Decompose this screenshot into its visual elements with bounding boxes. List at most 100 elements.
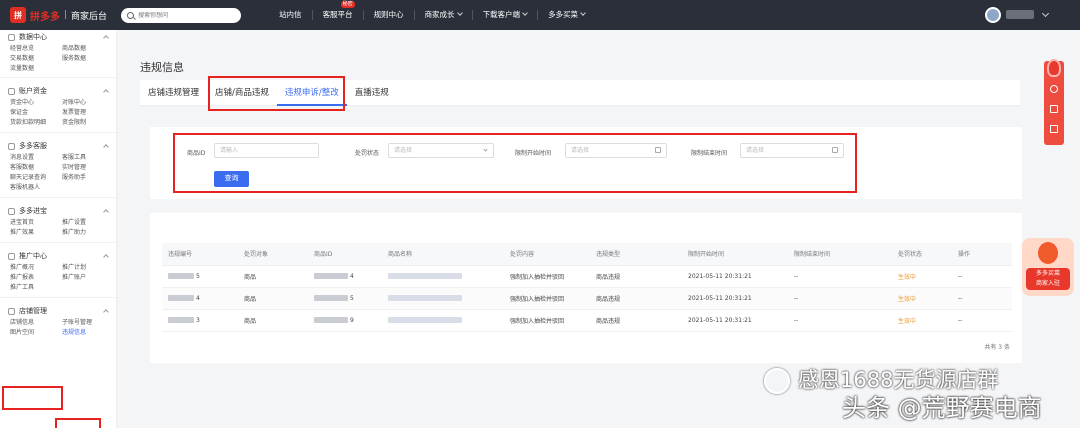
redacted-value <box>314 273 348 279</box>
nav-customer-service[interactable]: 客服平台 秘密 <box>313 1 364 20</box>
sidebar-item[interactable]: 图片空间 <box>10 328 62 338</box>
sidebar-item[interactable]: 消息设置 <box>10 153 62 163</box>
warning-icon[interactable] <box>1050 125 1058 133</box>
nav-download-client[interactable]: 下载客户端 <box>473 10 539 20</box>
sidebar-item[interactable]: 服务数据 <box>62 54 112 64</box>
tab-store-violation[interactable]: 店铺违规管理 <box>140 80 207 106</box>
violation-table-panel: 违规编号 处罚对象 商品ID 商品名称 处罚内容 违规类型 限制开始时间 限制结… <box>150 213 1022 363</box>
col-violation-type: 违规类型 <box>590 243 682 266</box>
sidebar-item[interactable]: 资金限制 <box>62 118 112 128</box>
settings-icon[interactable] <box>1050 85 1058 93</box>
sidebar-item[interactable]: 商品数据 <box>62 44 112 54</box>
sidebar-item[interactable]: 服务助手 <box>62 173 112 183</box>
sidebar-item[interactable]: 客服数据 <box>10 163 62 173</box>
promo-line-1: 多多买菜 <box>1035 270 1060 277</box>
redacted-value <box>314 295 348 301</box>
redacted-value <box>314 317 348 323</box>
product-id-tail: 5 <box>350 294 354 302</box>
cell-end-time: -- <box>788 287 892 310</box>
sidebar-item[interactable]: 推广设置 <box>62 218 112 228</box>
tab-live-violation[interactable]: 直播违规 <box>347 80 397 106</box>
sidebar-item[interactable]: 推广概况 <box>10 263 62 273</box>
sidebar-item[interactable]: 客服工具 <box>62 153 112 163</box>
promo-card[interactable]: 多多买菜 商家入驻 <box>1022 238 1074 296</box>
sidebar-group-head[interactable]: 账户资金 <box>8 84 109 98</box>
watermark-line-2: 头条 @荒野赛电商 <box>842 394 1042 422</box>
cell-violation-type: 商品违规 <box>590 265 682 288</box>
sidebar-item[interactable]: 推广效果 <box>10 228 62 238</box>
sidebar-group-head[interactable]: 店铺管理 <box>8 304 109 318</box>
cell-penalty-content: 强制加入抽检并驳回 <box>504 287 590 310</box>
sidebar-item[interactable]: 推广账户 <box>62 273 112 283</box>
promo-text: 多多买菜 商家入驻 <box>1026 268 1070 290</box>
sidebar-item[interactable]: 推广工具 <box>10 283 62 293</box>
cell-penalty-content: 强制加入抽检并驳回 <box>504 309 590 332</box>
col-product-name: 商品名称 <box>382 243 504 266</box>
sidebar-group-head[interactable]: 数据中心 <box>8 30 109 44</box>
sidebar-group-customer-service: 多多客服 消息设置 客服工具 客服数据 实时管理 聊天记录查询 服务助手 客服机… <box>0 133 116 198</box>
sidebar-group-head[interactable]: 多多进宝 <box>8 204 109 218</box>
nav-duoduo-maicai[interactable]: 多多买菜 <box>538 10 595 20</box>
sidebar-item[interactable]: 资金中心 <box>10 98 62 108</box>
sidebar-group-data-center: 数据中心 经营总览 商品数据 交易数据 服务数据 流量数据 <box>0 30 116 78</box>
sidebar-item[interactable]: 推广助力 <box>62 228 112 238</box>
chevron-up-icon <box>103 35 109 41</box>
sidebar-item[interactable]: 实时管理 <box>62 163 112 173</box>
nav-customer-service-label: 客服平台 <box>322 10 353 19</box>
sidebar-item[interactable]: 推广报表 <box>10 273 62 283</box>
cell-end-time: -- <box>788 265 892 288</box>
nav-merchant-growth[interactable]: 商家成长 <box>415 10 473 20</box>
cell-violation-type: 商品违规 <box>590 287 682 310</box>
wechat-icon <box>764 368 790 394</box>
nav-messages[interactable]: 站内信 <box>269 10 313 20</box>
logo-separator: | <box>64 10 68 20</box>
sidebar-item[interactable]: 对账中心 <box>62 98 112 108</box>
sidebar-group-store-management: 店铺管理 店铺信息 子账号管理 图片空间 违规信息 <box>0 298 116 338</box>
username-blurred[interactable] <box>1006 10 1034 19</box>
cell-product-name <box>382 265 504 288</box>
logo[interactable]: 拼 拼多多 | 商家后台 <box>10 7 107 23</box>
promo-line-2: 商家入驻 <box>1035 280 1060 287</box>
cell-product-name <box>382 309 504 332</box>
sidebar-item[interactable]: 经营总览 <box>10 44 62 54</box>
search-input[interactable] <box>138 11 234 19</box>
sidebar-item[interactable]: 发票管理 <box>62 108 112 118</box>
chevron-down-icon <box>522 10 528 16</box>
col-violation-id: 违规编号 <box>162 243 238 266</box>
logo-icon: 拼 <box>10 7 26 23</box>
sidebar-item[interactable]: 子账号管理 <box>62 318 112 328</box>
sidebar: 数据中心 经营总览 商品数据 交易数据 服务数据 流量数据 账户资金 资金中心 … <box>0 30 117 428</box>
avatar[interactable] <box>985 7 1001 23</box>
sidebar-item-violation-info[interactable]: 违规信息 <box>62 328 112 338</box>
search-box[interactable] <box>121 7 242 23</box>
redacted-value[interactable] <box>388 273 462 279</box>
sidebar-item[interactable]: 推广计划 <box>62 263 112 273</box>
sidebar-item[interactable]: 店铺信息 <box>10 318 62 328</box>
sidebar-item[interactable]: 聊天记录查询 <box>10 173 62 183</box>
sidebar-group-title: 店铺管理 <box>19 307 47 315</box>
mascot-icon[interactable] <box>1047 59 1061 77</box>
cell-penalty-content: 强制加入抽检并驳回 <box>504 265 590 288</box>
promotion-icon <box>8 207 15 215</box>
sidebar-item[interactable]: 货款扣款明细 <box>10 118 62 128</box>
violation-id-tail: 5 <box>196 272 200 280</box>
nav-rules-center[interactable]: 规则中心 <box>364 10 415 20</box>
redacted-value[interactable] <box>388 317 462 323</box>
sidebar-item[interactable]: 交易数据 <box>10 54 62 64</box>
sidebar-item[interactable]: 保证金 <box>10 108 62 118</box>
annotation-box-filter <box>173 133 857 193</box>
cell-product-name <box>382 287 504 310</box>
annotation-box-store-management <box>2 386 63 410</box>
cell-violation-id: 4 <box>162 287 238 310</box>
sidebar-item[interactable]: 客服机器人 <box>10 183 62 193</box>
redacted-value[interactable] <box>388 295 462 301</box>
sidebar-item[interactable]: 流量数据 <box>10 64 62 74</box>
sidebar-item[interactable]: 进宝首页 <box>10 218 62 228</box>
col-product-id: 商品ID <box>308 243 382 266</box>
headset-icon <box>8 142 15 150</box>
chart-icon <box>8 33 15 41</box>
sidebar-group-head[interactable]: 多多客服 <box>8 139 109 153</box>
sidebar-group-head[interactable]: 推广中心 <box>8 249 109 263</box>
edit-icon[interactable] <box>1050 105 1058 113</box>
cell-start-time: 2021-05-11 20:31:21 <box>682 287 788 310</box>
